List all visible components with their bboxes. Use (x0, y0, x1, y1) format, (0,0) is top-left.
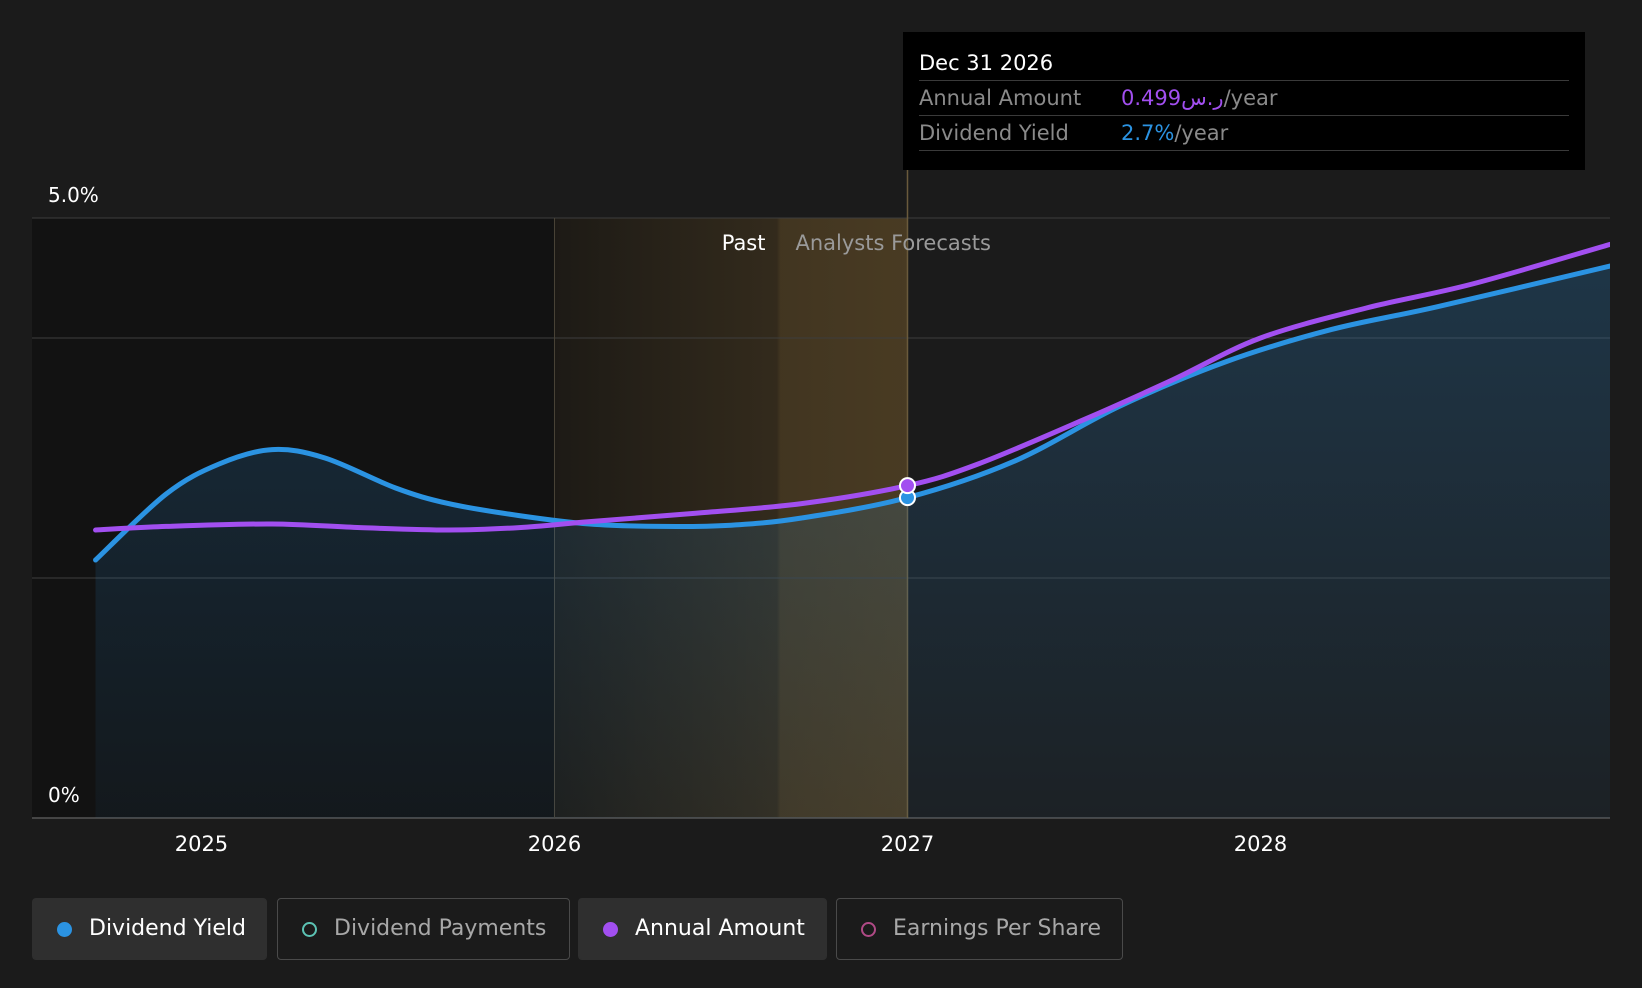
x-tick-label: 2027 (881, 832, 934, 856)
legend-dot-icon (603, 922, 618, 937)
legend-ring-icon (302, 922, 317, 937)
annual-amount-marker (898, 477, 916, 495)
legend-dot-icon (57, 922, 72, 937)
tooltip-row-dividend-yield: Dividend Yield 2.7%/year (919, 116, 1569, 151)
tooltip-value: 0.499ر.س (1121, 86, 1224, 110)
forecast-label: Analysts Forecasts (795, 231, 990, 255)
tooltip-row-annual-amount: Annual Amount 0.499ر.س/year (919, 81, 1569, 116)
legend-item-dividend-payments[interactable]: Dividend Payments (277, 898, 570, 960)
tooltip-unit: /year (1174, 121, 1229, 145)
legend-ring-icon (861, 922, 876, 937)
x-tick-label: 2026 (528, 832, 581, 856)
y-tick-label: 5.0% (48, 183, 99, 207)
tooltip-label: Dividend Yield (919, 121, 1069, 145)
x-tick-label: 2028 (1234, 832, 1287, 856)
legend-label: Dividend Payments (334, 916, 547, 941)
legend-item-dividend-yield[interactable]: Dividend Yield (32, 898, 267, 960)
x-tick-label: 2025 (175, 832, 228, 856)
tooltip: Dec 31 2026 Annual Amount 0.499ر.س/year D… (903, 32, 1585, 170)
legend-item-earnings-per-share[interactable]: Earnings Per Share (836, 898, 1123, 960)
tooltip-date: Dec 31 2026 (919, 46, 1569, 81)
legend-label: Earnings Per Share (893, 916, 1102, 941)
tooltip-value: 2.7% (1121, 121, 1175, 145)
tooltip-label: Annual Amount (919, 86, 1082, 110)
y-tick-label: 0% (48, 783, 80, 807)
legend-label: Annual Amount (635, 916, 805, 941)
legend-label: Dividend Yield (89, 916, 246, 941)
legend-item-annual-amount[interactable]: Annual Amount (578, 898, 827, 960)
past-label: Past (722, 231, 766, 255)
tooltip-unit: /year (1223, 86, 1278, 110)
